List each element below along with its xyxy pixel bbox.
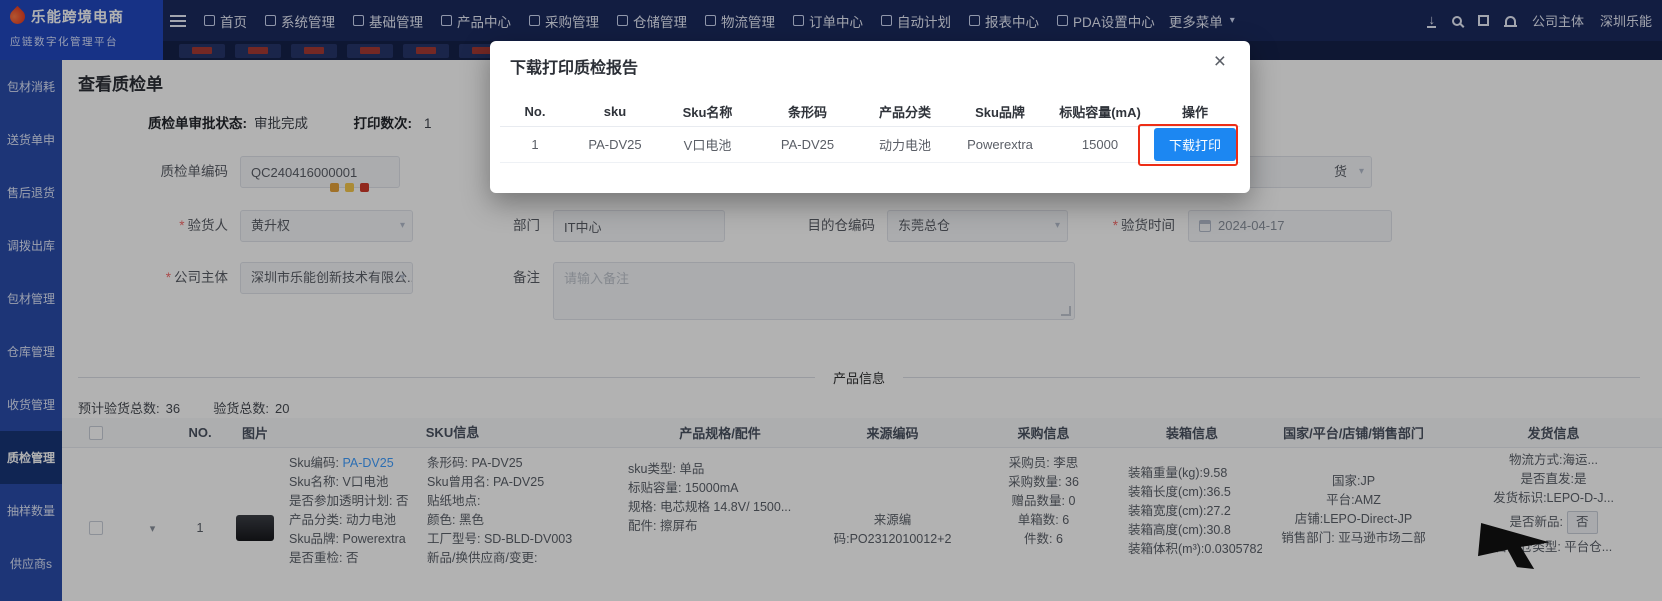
modal-cell-capacity: 15000 <box>1081 137 1119 152</box>
modal-table-header: No. sku Sku名称 条形码 产品分类 Sku品牌 标贴容量(mA) 操作 <box>500 97 1240 127</box>
modal-cell-brand: Powerextra <box>967 137 1033 152</box>
download-report-modal: 下载打印质检报告 × No. sku Sku名称 条形码 产品分类 Sku品牌 … <box>490 41 1250 193</box>
modal-col-category: 产品分类 <box>878 105 931 120</box>
modal-col-no: No. <box>524 104 546 119</box>
modal-table: No. sku Sku名称 条形码 产品分类 Sku品牌 标贴容量(mA) 操作… <box>500 97 1240 163</box>
modal-col-action: 操作 <box>1181 105 1208 120</box>
modal-col-barcode: 条形码 <box>787 105 827 120</box>
download-print-button[interactable]: 下载打印 <box>1153 128 1236 161</box>
modal-title: 下载打印质检报告 <box>510 60 639 77</box>
modal-col-sku-name: Sku名称 <box>682 105 733 120</box>
modal-cell-no: 1 <box>531 137 539 152</box>
app-window: 首页 系统管理 基础管理 产品中心 采购管理 仓储管理 物流管理 订单中心 自动… <box>0 0 1662 601</box>
modal-cell-barcode: PA-DV25 <box>780 137 835 152</box>
close-icon[interactable]: × <box>1214 51 1226 72</box>
modal-col-brand: Sku品牌 <box>975 105 1025 120</box>
modal-cell-category: 动力电池 <box>878 138 931 153</box>
modal-cell-sku: PA-DV25 <box>588 137 642 152</box>
modal-col-capacity: 标贴容量(mA) <box>1059 105 1141 120</box>
modal-cell-sku-name: V口电池 <box>683 138 732 153</box>
modal-col-sku: sku <box>603 104 627 119</box>
modal-table-row: 1 PA-DV25 V口电池 PA-DV25 动力电池 Powerextra 1… <box>500 127 1240 163</box>
